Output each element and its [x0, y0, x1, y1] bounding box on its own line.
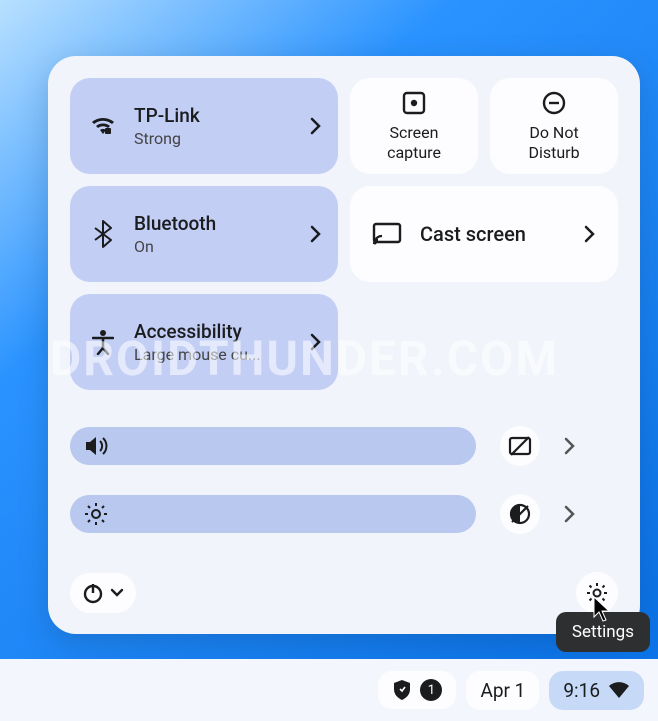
volume-icon [84, 435, 108, 457]
dnd-label: Do Not Disturb [509, 123, 599, 163]
brightness-icon [84, 502, 108, 526]
bluetooth-title: Bluetooth [134, 212, 310, 235]
bluetooth-sub: On [134, 237, 294, 256]
shelf: 1 Apr 1 9:16 [0, 659, 658, 721]
screen-capture-label: Screen capture [369, 123, 459, 163]
shelf-date[interactable]: Apr 1 [466, 671, 539, 710]
cast-icon [372, 222, 402, 246]
brightness-slider[interactable] [70, 495, 476, 533]
chevron-right-icon [310, 117, 322, 135]
wifi-icon [608, 682, 630, 698]
wifi-icon [86, 116, 120, 136]
sliders [70, 426, 618, 534]
dnd-icon [540, 89, 568, 117]
shelf-security[interactable]: 1 [378, 671, 456, 709]
accessibility-text: Accessibility Large mouse cu... [134, 320, 310, 364]
volume-slider[interactable] [70, 427, 476, 465]
cast-tile[interactable]: Cast screen [350, 186, 618, 282]
volume-row [70, 426, 618, 466]
wifi-tile[interactable]: TP-Link Strong [70, 78, 338, 174]
wifi-title: TP-Link [134, 104, 310, 127]
captions-toggle[interactable] [500, 426, 540, 466]
chevron-down-icon [110, 588, 124, 598]
power-menu-button[interactable] [70, 573, 136, 613]
settings-button[interactable] [576, 572, 618, 614]
notification-badge: 1 [420, 679, 442, 701]
brightness-row [70, 494, 618, 534]
panel-footer [70, 572, 618, 614]
gear-icon [585, 581, 609, 605]
time-text: 9:16 [563, 679, 600, 702]
accessibility-tile[interactable]: Accessibility Large mouse cu... [70, 294, 338, 390]
night-light-toggle[interactable] [500, 494, 540, 534]
power-icon [82, 582, 104, 604]
screen-capture-tile[interactable]: Screen capture [350, 78, 478, 174]
brightness-expand[interactable] [564, 505, 576, 523]
settings-tooltip: Settings [556, 612, 650, 652]
wifi-sub: Strong [134, 129, 294, 148]
shelf-status[interactable]: 9:16 [549, 671, 644, 710]
cast-title: Cast screen [420, 222, 584, 246]
tiles-grid: TP-Link Strong Screen capture Do Not Dis… [70, 78, 618, 390]
dnd-tile[interactable]: Do Not Disturb [490, 78, 618, 174]
chevron-right-icon [310, 333, 322, 351]
chevron-right-icon [584, 225, 596, 243]
bluetooth-tile[interactable]: Bluetooth On [70, 186, 338, 282]
quick-settings-panel: TP-Link Strong Screen capture Do Not Dis… [48, 56, 640, 634]
date-text: Apr 1 [480, 679, 525, 702]
volume-expand[interactable] [564, 437, 576, 455]
wifi-text: TP-Link Strong [134, 104, 310, 148]
chevron-right-icon [310, 225, 322, 243]
screen-capture-icon [400, 89, 428, 117]
accessibility-title: Accessibility [134, 320, 310, 343]
spacer [350, 294, 618, 390]
bluetooth-icon [86, 220, 120, 248]
bluetooth-text: Bluetooth On [134, 212, 310, 256]
shield-icon [392, 679, 412, 701]
accessibility-sub: Large mouse cu... [134, 345, 294, 364]
accessibility-icon [86, 329, 120, 355]
